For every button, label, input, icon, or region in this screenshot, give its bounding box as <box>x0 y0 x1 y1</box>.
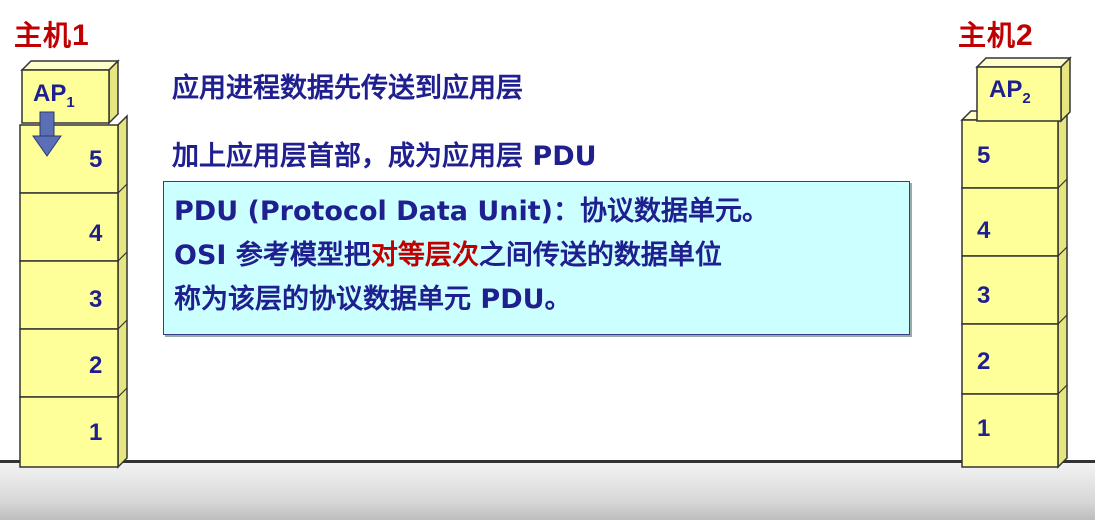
step-text-2: 加上应用层首部，成为应用层 PDU <box>172 141 597 172</box>
host1-layer-5-label: 5 <box>89 146 103 173</box>
host2-layer-1-label: 1 <box>977 415 991 442</box>
note-line-2-start: OSI 参考模型把 <box>174 240 371 271</box>
host2-stack <box>960 56 1072 469</box>
host1-layer-4-box <box>19 192 119 262</box>
note-line-2: OSI 参考模型把对等层次之间传送的数据单位 <box>174 234 899 278</box>
host1-title-number: 1 <box>72 19 90 52</box>
host2-layer-4-label: 4 <box>977 217 991 244</box>
note-line-2-end: 之间传送的数据单位 <box>478 240 722 271</box>
note-line-3: 称为该层的协议数据单元 PDU。 <box>174 284 572 315</box>
host2-ap-subscript: 2 <box>1022 90 1031 107</box>
host1-layer-2-label: 2 <box>89 352 103 379</box>
host1-ap-label: AP1 <box>33 80 75 111</box>
host2-title-text: 主机 <box>958 19 1017 52</box>
host1-title-text: 主机 <box>14 19 73 52</box>
note-highlight-peer-layers: 对等层次 <box>370 240 479 271</box>
host1-layer-1-box <box>19 396 119 468</box>
host1-layer-4-label: 4 <box>89 220 103 247</box>
host1-title: 主机1 <box>14 14 90 54</box>
host1-layer-1-label: 1 <box>89 419 103 446</box>
host1-layer-3-box <box>19 260 119 330</box>
host2-layer-5-label: 5 <box>977 142 991 169</box>
host2-title: 主机2 <box>958 14 1034 54</box>
host2-ap-text: AP <box>989 76 1023 103</box>
note-line-1: PDU (Protocol Data Unit)：协议数据单元。 <box>174 196 769 227</box>
host2-title-number: 2 <box>1016 19 1034 52</box>
step-text-1: 应用进程数据先传送到应用层 <box>172 73 523 104</box>
host1-layer-2-box <box>19 328 119 398</box>
host2-layer-3-label: 3 <box>977 282 991 309</box>
host1-stack <box>19 59 128 469</box>
host1-layer-3-label: 3 <box>89 286 103 313</box>
host1-layer-5-box <box>19 124 119 194</box>
host1-ap-subscript: 1 <box>66 94 75 111</box>
host1-ap-text: AP <box>33 80 67 107</box>
host2-layer-2-label: 2 <box>977 348 991 375</box>
host2-ap-label: AP2 <box>989 76 1031 107</box>
pdu-definition-note: PDU (Protocol Data Unit)：协议数据单元。 OSI 参考模… <box>163 181 910 335</box>
